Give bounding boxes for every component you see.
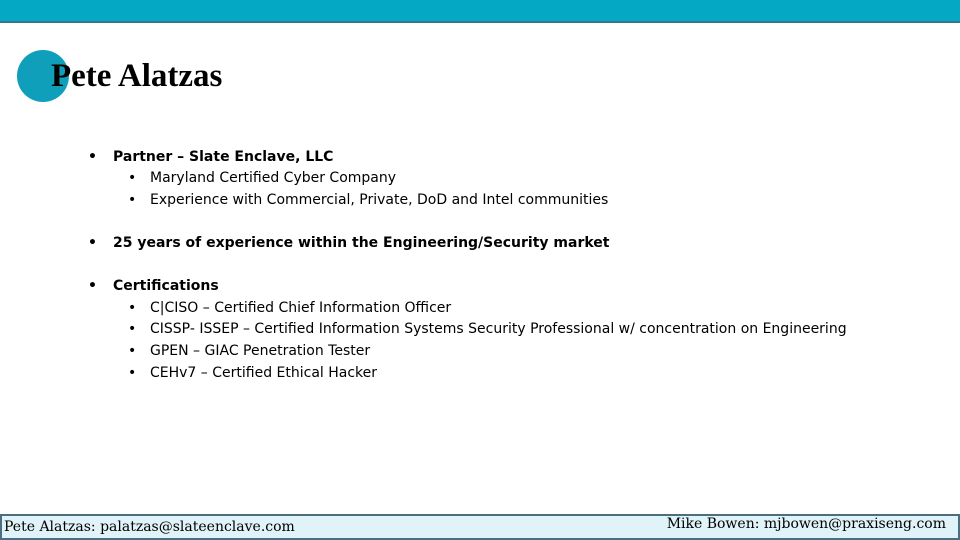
bullet-icon: • [128,343,137,359]
sub-bullet-text: Maryland Certified Cyber Company [150,170,397,186]
bullet-icon: • [128,170,137,186]
bullet-icon: • [128,365,137,381]
certification-item: • CISSP- ISSEP – Certified Information S… [128,319,847,339]
sub-bullet-item: • Maryland Certified Cyber Company [128,168,397,188]
sub-bullet-text: Experience with Commercial, Private, DoD… [150,192,609,208]
certification-item: • CEHv7 – Certified Ethical Hacker [128,363,378,383]
bullet-icon: • [128,192,137,208]
bullet-item-experience: • 25 years of experience within the Engi… [88,233,610,253]
footer-contact-right: Mike Bowen: mjbowen@praxiseng.com [666,516,946,532]
certification-item: • GPEN – GIAC Penetration Tester [128,341,371,361]
bullet-text: Certifications [113,278,219,294]
bullet-item-certifications: • Certifications [88,276,219,296]
certification-item: • C|CISO – Certified Chief Information O… [128,298,452,318]
footer-contact-left: Pete Alatzas: palatzas@slateenclave.com [4,519,295,535]
footer-bar: Pete Alatzas: palatzas@slateenclave.com … [0,514,960,540]
certification-text: GPEN – GIAC Penetration Tester [150,343,371,359]
certification-text: CISSP- ISSEP – Certified Information Sys… [150,321,847,337]
certification-text: C|CISO – Certified Chief Information Off… [150,300,452,316]
bullet-item-partner: • Partner – Slate Enclave, LLC [88,147,334,167]
bullet-icon: • [88,235,97,251]
bullet-icon: • [128,300,137,316]
sub-bullet-item: • Experience with Commercial, Private, D… [128,190,609,210]
bullet-icon: • [128,321,137,337]
top-accent-bar [0,0,960,23]
footer-left-edge [0,516,2,538]
bullet-text: Partner – Slate Enclave, LLC [113,149,334,165]
certification-text: CEHv7 – Certified Ethical Hacker [150,365,378,381]
bullet-icon: • [88,278,97,294]
bullet-icon: • [88,149,97,165]
slide-title: Pete Alatzas [51,58,223,94]
bullet-text: 25 years of experience within the Engine… [113,235,610,251]
